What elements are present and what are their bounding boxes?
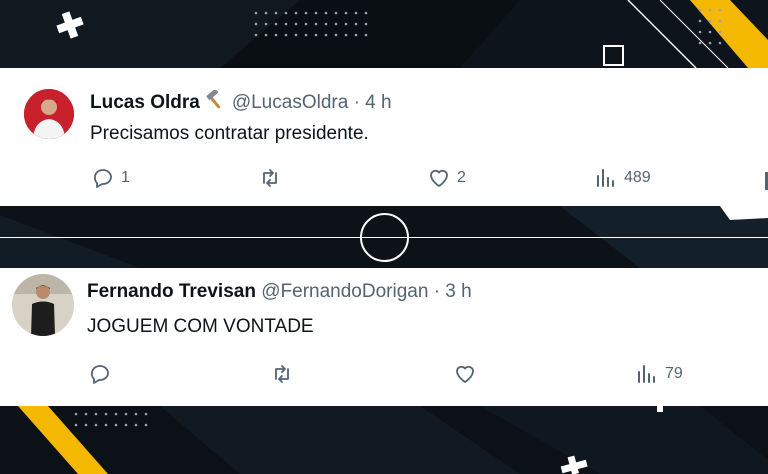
reply-button[interactable]: 1	[91, 166, 130, 190]
separator-dot: ·	[433, 281, 441, 302]
display-name[interactable]: Fernando Trevisan	[87, 281, 256, 302]
tweet-text: JOGUEM COM VONTADE	[87, 316, 314, 337]
heart-icon	[430, 169, 448, 187]
views-button[interactable]: 489	[594, 166, 651, 190]
tweet-header: Fernando Trevisan @FernandoDorigan · 3 h	[87, 280, 472, 304]
handle[interactable]: @FernandoDorigan	[261, 281, 428, 302]
display-name[interactable]: Lucas Oldra	[90, 92, 200, 113]
tweet-card[interactable]: Lucas Oldra @LucasOldra · 4 h Precisamos …	[0, 68, 768, 206]
center-circle	[360, 213, 409, 262]
separator-dot: ·	[353, 92, 360, 113]
timestamp[interactable]: 3 h	[445, 281, 471, 302]
views-chart-icon	[597, 169, 614, 187]
tweet-header: Lucas Oldra @LucasOldra · 4 h	[90, 89, 392, 117]
action-bar: 79	[0, 362, 768, 390]
reply-button[interactable]	[88, 362, 118, 386]
reply-icon	[94, 169, 112, 188]
tweet-text: Precisamos contratar presidente.	[90, 123, 369, 144]
hammer-emoji-icon	[204, 89, 226, 117]
timestamp[interactable]: 4 h	[365, 92, 391, 113]
views-button[interactable]: 79	[635, 362, 683, 386]
heart-icon	[456, 365, 474, 383]
retweet-button[interactable]	[270, 362, 300, 386]
reply-icon	[91, 365, 109, 384]
views-count: 79	[665, 365, 683, 382]
like-button[interactable]: 2	[427, 166, 466, 190]
action-bar: 1 2 489	[0, 166, 768, 194]
reply-count: 1	[121, 169, 130, 186]
avatar[interactable]	[24, 89, 74, 139]
like-button[interactable]	[453, 362, 483, 386]
views-chart-icon	[638, 365, 655, 383]
avatar[interactable]	[12, 274, 74, 336]
retweet-icon	[263, 169, 277, 187]
retweet-icon	[275, 365, 289, 383]
tweet-card[interactable]: Fernando Trevisan @FernandoDorigan · 3 h…	[0, 268, 768, 406]
like-count: 2	[457, 169, 466, 186]
retweet-button[interactable]	[258, 166, 288, 190]
views-count: 489	[624, 169, 651, 186]
handle[interactable]: @LucasOldra	[232, 92, 348, 113]
